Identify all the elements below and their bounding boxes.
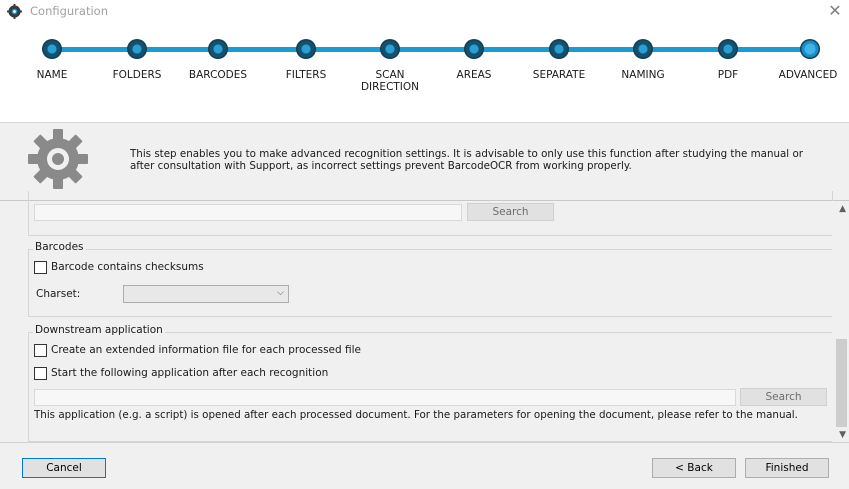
step-label-folders: FOLDERS (112, 69, 162, 81)
step-dot-separate[interactable] (549, 39, 569, 59)
window-title: Configuration (30, 4, 108, 18)
stepper-track (52, 47, 812, 52)
start-app-checkbox[interactable] (34, 367, 47, 380)
step-label-scan-direction: SCAN DIRECTION (360, 69, 420, 93)
vertical-scrollbar[interactable]: ▲ ▼ (832, 201, 849, 443)
start-app-label: Start the following application after ea… (51, 367, 329, 379)
step-label-pdf: PDF (717, 69, 739, 81)
step-dot-scan-direction[interactable] (380, 39, 400, 59)
title-bar: Configuration ✕ (0, 0, 849, 22)
back-button[interactable]: < Back (652, 458, 736, 478)
finished-button[interactable]: Finished (745, 458, 829, 478)
step-dot-areas[interactable] (464, 39, 484, 59)
info-panel: This step enables you to make advanced r… (0, 122, 849, 201)
checksum-checkbox[interactable] (34, 261, 47, 274)
cancel-button[interactable]: Cancel (22, 458, 106, 478)
top-search-button[interactable]: Search (467, 203, 554, 221)
step-dot-folders[interactable] (127, 39, 147, 59)
wizard-stepper: NAME FOLDERS BARCODES FILTERS SCAN DIREC… (0, 22, 849, 122)
charset-label: Charset: (36, 288, 81, 300)
settings-scroll-area: Search Barcodes Barcode contains checksu… (0, 191, 849, 443)
step-label-areas: AREAS (456, 69, 492, 81)
extended-info-label: Create an extended information file for … (51, 344, 362, 356)
step-dot-barcodes[interactable] (208, 39, 228, 59)
app-search-button[interactable]: Search (740, 388, 827, 406)
extended-info-checkbox[interactable] (34, 344, 47, 357)
step-dot-naming[interactable] (633, 39, 653, 59)
step-dot-filters[interactable] (296, 39, 316, 59)
app-path-input[interactable] (34, 389, 736, 406)
info-description: This step enables you to make advanced r… (130, 148, 803, 172)
scroll-up-icon[interactable]: ▲ (839, 204, 846, 214)
step-label-separate: SEPARATE (532, 69, 586, 81)
scroll-down-icon[interactable]: ▼ (839, 430, 846, 440)
step-label-filters: FILTERS (285, 69, 327, 81)
close-icon[interactable]: ✕ (827, 1, 843, 21)
gear-icon (28, 129, 88, 189)
barcodes-legend: Barcodes (33, 241, 86, 253)
step-label-advanced: ADVANCED (778, 69, 838, 81)
scrollbar-thumb[interactable] (836, 339, 847, 427)
step-dot-name[interactable] (42, 39, 62, 59)
chevron-down-icon: ⌵ (277, 288, 284, 298)
step-label-name: NAME (36, 69, 68, 81)
barcodes-group (28, 249, 833, 317)
step-label-barcodes: BARCODES (188, 69, 248, 81)
downstream-note: This application (e.g. a script) is open… (34, 409, 798, 421)
app-gear-icon (7, 4, 22, 19)
step-dot-pdf[interactable] (718, 39, 738, 59)
charset-select[interactable]: ⌵ (123, 285, 289, 303)
footer: Cancel < Back Finished (0, 442, 849, 489)
downstream-legend: Downstream application (33, 324, 165, 336)
top-search-input[interactable] (34, 204, 462, 221)
checksum-label: Barcode contains checksums (51, 261, 204, 273)
step-dot-advanced[interactable] (800, 39, 820, 59)
step-label-naming: NAMING (621, 69, 665, 81)
